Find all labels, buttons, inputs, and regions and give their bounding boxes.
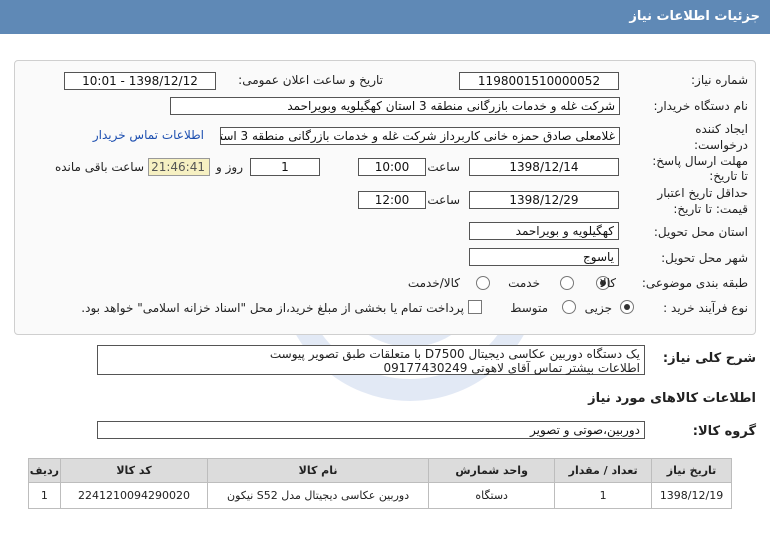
buyer-contact-link[interactable]: اطلاعات تماس خریدار [93, 128, 204, 142]
goods-section-title: اطلاعات کالاهای مورد نیاز [588, 391, 756, 406]
category-goods-label: کالا [599, 276, 616, 290]
validity-time-field: 12:00 [358, 191, 426, 209]
reply-time-label: ساعت [427, 160, 460, 174]
creator-label-1: ایجاد کننده [695, 122, 748, 136]
goods-group-label: گروه کالا: [692, 424, 756, 439]
col-header-item-name: نام کالا [207, 458, 430, 483]
goods-table-header: تاریخ نیاز تعداد / مقدار واحد شمارش نام … [28, 458, 732, 483]
process-minor-label: جزیی [584, 301, 612, 315]
buyer-field: شرکت غله و خدمات بازرگانی منطقه 3 استان … [170, 97, 620, 115]
cell-unit: دستگاه [428, 482, 556, 509]
need-number-field: 1198001510000052 [459, 72, 619, 90]
goods-table: تاریخ نیاز تعداد / مقدار واحد شمارش نام … [28, 458, 732, 509]
description-field: یک دستگاه دوربین عکاسی دیجیتال D7500 با … [97, 345, 645, 375]
remaining-time-field: 21:46:41 [148, 158, 210, 176]
category-both-radio[interactable] [476, 276, 490, 290]
treasury-payment-label: پرداخت تمام یا بخشی از مبلغ خرید،از محل … [81, 301, 464, 315]
page-title: جزئیات اطلاعات نیاز [629, 9, 760, 24]
col-header-item-code: کد کالا [59, 458, 209, 483]
need-number-label: شماره نیاز: [691, 73, 748, 87]
process-medium-label: متوسط [510, 301, 548, 315]
city-field: یاسوج [469, 248, 619, 266]
reply-time-field: 10:00 [358, 158, 426, 176]
validity-time-label: ساعت [427, 193, 460, 207]
treasury-payment-checkbox[interactable] [468, 300, 482, 314]
col-header-need-date: تاریخ نیاز [651, 458, 732, 483]
announce-date-field: 1398/12/12 - 10:01 [64, 72, 216, 90]
reply-deadline-label-2: تا تاریخ: [709, 169, 748, 183]
cell-item-code: 2241210094290020 [59, 482, 209, 509]
city-label: شهر محل تحویل: [661, 251, 748, 265]
days-field: 1 [250, 158, 320, 176]
creator-label-2: درخواست: [694, 138, 748, 152]
cell-row: 1 [28, 482, 61, 509]
description-label: شرح کلی نیاز: [662, 351, 756, 366]
description-line-2: اطلاعات بیشتر تماس آقای لاهوتی 091774302… [383, 361, 640, 375]
cell-quantity: 1 [554, 482, 653, 509]
col-header-row: ردیف [28, 458, 61, 483]
col-header-unit: واحد شمارش [428, 458, 556, 483]
day-label: روز و [216, 160, 243, 174]
validity-label-1: حداقل تاریخ اعتبار [657, 186, 748, 200]
province-field: کهگیلویه و بویراحمد [469, 222, 619, 240]
category-both-label: کالا/خدمت [407, 276, 460, 290]
description-line-1: یک دستگاه دوربین عکاسی دیجیتال D7500 با … [269, 347, 640, 361]
category-label: طبقه بندی موضوعی: [641, 276, 748, 290]
cell-need-date: 1398/12/19 [651, 482, 732, 509]
process-medium-radio[interactable] [562, 300, 576, 314]
process-minor-radio[interactable] [620, 300, 634, 314]
cell-item-name: دوربین عکاسی دیجیتال مدل S52 نیکون [207, 482, 430, 509]
validity-date-field: 1398/12/29 [469, 191, 619, 209]
category-service-radio[interactable] [560, 276, 574, 290]
reply-deadline-label-1: مهلت ارسال پاسخ: [652, 154, 748, 168]
col-header-quantity: تعداد / مقدار [554, 458, 653, 483]
goods-group-field: دوربین،صوتی و تصویر [97, 421, 645, 439]
category-service-label: خدمت [508, 276, 540, 290]
table-row: 1398/12/19 1 دستگاه دوربین عکاسی دیجیتال… [28, 482, 732, 509]
remaining-label: ساعت باقی مانده [54, 160, 144, 174]
announce-date-label: تاریخ و ساعت اعلان عمومی: [238, 73, 383, 87]
province-label: استان محل تحویل: [653, 225, 748, 239]
reply-date-field: 1398/12/14 [469, 158, 619, 176]
validity-label-2: قیمت: تا تاریخ: [673, 202, 748, 216]
buyer-label: نام دستگاه خریدار: [653, 99, 749, 113]
header-bar: جزئیات اطلاعات نیاز [0, 0, 770, 34]
creator-field: غلامعلی صادق حمزه خانی کاربرداز شرکت غله… [220, 127, 620, 145]
process-label: نوع فرآیند خرید : [663, 301, 748, 315]
